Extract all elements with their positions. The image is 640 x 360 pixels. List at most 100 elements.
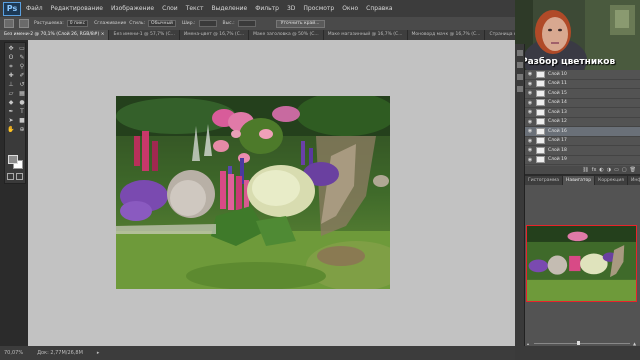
layer-name[interactable]: Слой 18 bbox=[548, 148, 567, 153]
zoom-tool-icon[interactable]: ⊕ bbox=[17, 126, 27, 134]
menu-select[interactable]: Выделение bbox=[211, 5, 247, 12]
layer-row[interactable]: ◉ Слой 19 bbox=[525, 156, 640, 165]
layer-name[interactable]: Слой 14 bbox=[548, 100, 567, 105]
layer-row[interactable]: ◉ Слой 13 bbox=[525, 108, 640, 118]
dodge-tool-icon[interactable]: ● bbox=[17, 99, 27, 107]
zoom-slider[interactable] bbox=[534, 341, 630, 345]
visibility-eye-icon[interactable]: ◉ bbox=[526, 119, 534, 125]
doc-tab[interactable]: Без имени-2 @ 70,1% (Слой 26, RGB/8#) × bbox=[0, 30, 110, 40]
menu-window[interactable]: Окно bbox=[342, 5, 358, 12]
pen-tool-icon[interactable]: ✒ bbox=[6, 108, 16, 116]
zoom-level[interactable]: 70,07% bbox=[4, 350, 23, 356]
path-select-tool-icon[interactable]: ➤ bbox=[6, 117, 16, 125]
layer-row[interactable]: ◉ Слой 14 bbox=[525, 99, 640, 108]
layer-row[interactable]: ◉ Слой 10 bbox=[525, 70, 640, 80]
menu-edit[interactable]: Редактирование bbox=[51, 5, 103, 12]
status-menu-arrow-icon[interactable]: ▸ bbox=[97, 350, 100, 356]
screen-mode-icon[interactable] bbox=[16, 173, 23, 180]
lasso-tool-icon[interactable]: ʘ bbox=[6, 54, 16, 62]
healing-tool-icon[interactable]: ✚ bbox=[6, 72, 16, 80]
style-select[interactable]: Обычный bbox=[148, 20, 176, 27]
layer-style-icon[interactable]: fx bbox=[592, 167, 597, 173]
hand-tool-icon[interactable]: ✋ bbox=[6, 126, 16, 134]
visibility-eye-icon[interactable]: ◉ bbox=[526, 138, 534, 144]
layer-mask-icon[interactable]: ◐ bbox=[599, 167, 603, 173]
width-input[interactable] bbox=[198, 20, 217, 27]
menu-layers[interactable]: Слои bbox=[162, 5, 178, 12]
history-brush-icon[interactable]: ↺ bbox=[17, 81, 27, 89]
eraser-tool-icon[interactable]: ▱ bbox=[6, 90, 16, 98]
doc-tab[interactable]: Маке магазинный @ 16,7% (С... bbox=[323, 30, 408, 40]
stamp-tool-icon[interactable]: ⊥ bbox=[6, 81, 16, 89]
foreground-color-swatch[interactable] bbox=[8, 155, 18, 164]
layer-name[interactable]: Слой 12 bbox=[548, 119, 567, 124]
menu-file[interactable]: Файл bbox=[26, 5, 43, 12]
delete-layer-icon[interactable]: 🗑 bbox=[630, 167, 636, 173]
smooth-checkbox-label[interactable]: Сглаживание bbox=[94, 21, 126, 26]
height-input[interactable] bbox=[237, 20, 256, 27]
layer-row-selected[interactable]: ◉ Слой 16 bbox=[525, 127, 640, 137]
link-layers-icon[interactable]: ⛓ bbox=[582, 167, 588, 173]
zoom-slider-thumb[interactable] bbox=[577, 341, 581, 345]
panel-icon[interactable] bbox=[516, 62, 523, 68]
color-swatches[interactable] bbox=[8, 155, 24, 169]
visibility-eye-icon[interactable]: ◉ bbox=[526, 157, 534, 163]
refine-edge-button[interactable]: Уточнить край... bbox=[275, 19, 325, 28]
layer-name[interactable]: Слой 11 bbox=[548, 81, 567, 86]
new-layer-icon[interactable]: ▢ bbox=[622, 167, 627, 173]
panel-icon[interactable] bbox=[516, 86, 523, 92]
panel-icon[interactable] bbox=[516, 74, 523, 80]
menu-image[interactable]: Изображение bbox=[111, 5, 154, 12]
doc-tab[interactable]: Имена-цвет @ 16,7% (С... bbox=[179, 30, 250, 40]
doc-tab[interactable]: Моноворд мачк @ 16,7% (С... bbox=[407, 30, 486, 40]
move-tool-icon[interactable]: ✥ bbox=[6, 45, 16, 53]
crop-tool-icon[interactable]: ⌗ bbox=[6, 63, 16, 71]
zoom-in-icon[interactable]: ▲ bbox=[633, 341, 637, 345]
visibility-eye-icon[interactable]: ◉ bbox=[526, 147, 534, 153]
navigator-preview[interactable] bbox=[526, 225, 637, 302]
menu-view[interactable]: Просмотр bbox=[303, 5, 334, 12]
doc-tab[interactable]: Без имени-1 @ 57,7% (С... bbox=[109, 30, 180, 40]
quick-mask-icon[interactable] bbox=[7, 173, 14, 180]
menu-help[interactable]: Справка bbox=[366, 5, 392, 12]
menu-filter[interactable]: Фильтр bbox=[255, 5, 279, 12]
shape-tool-icon[interactable]: ■ bbox=[17, 117, 27, 125]
eyedropper-tool-icon[interactable]: ⚲ bbox=[17, 63, 27, 71]
menu-type[interactable]: Текст bbox=[186, 5, 204, 12]
panel-icon[interactable] bbox=[516, 50, 523, 56]
type-tool-icon[interactable]: T bbox=[17, 108, 27, 116]
blur-tool-icon[interactable]: ◆ bbox=[6, 99, 16, 107]
menu-3d[interactable]: 3D bbox=[287, 5, 295, 12]
layer-row[interactable]: ◉ Слой 12 bbox=[525, 118, 640, 127]
layer-name[interactable]: Слой 16 bbox=[548, 129, 567, 134]
zoom-out-icon[interactable]: ▴ bbox=[527, 341, 531, 345]
tab-histogram[interactable]: Гистограмма bbox=[525, 176, 564, 185]
layer-name[interactable]: Слой 15 bbox=[548, 91, 567, 96]
flowerbed-photo[interactable] bbox=[116, 96, 390, 289]
tab-navigator[interactable]: Навигатор bbox=[563, 176, 596, 185]
brush-tool-icon[interactable]: ✐ bbox=[17, 72, 27, 80]
feather-input[interactable]: 0 пикс bbox=[66, 20, 89, 27]
tab-adjustments[interactable]: Коррекция bbox=[595, 176, 628, 185]
visibility-eye-icon[interactable]: ◉ bbox=[526, 109, 534, 115]
visibility-eye-icon[interactable]: ◉ bbox=[526, 71, 534, 77]
new-group-icon[interactable]: ▭ bbox=[614, 167, 619, 173]
layer-row[interactable]: ◉ Слой 11 bbox=[525, 80, 640, 89]
layer-name[interactable]: Слой 19 bbox=[548, 157, 567, 162]
tab-info[interactable]: Инфо bbox=[628, 176, 640, 185]
visibility-eye-icon[interactable]: ◉ bbox=[526, 90, 534, 96]
doc-tab[interactable]: Маке заголовка @ 50% (С... bbox=[249, 30, 324, 40]
layer-name[interactable]: Слой 13 bbox=[548, 110, 567, 115]
quick-select-tool-icon[interactable]: ✎ bbox=[17, 54, 27, 62]
selection-mode-icon[interactable] bbox=[19, 19, 29, 28]
layer-row[interactable]: ◉ Слой 17 bbox=[525, 137, 640, 146]
gradient-tool-icon[interactable]: ▦ bbox=[17, 90, 27, 98]
canvas-workspace[interactable] bbox=[28, 40, 515, 346]
layer-name[interactable]: Слой 10 bbox=[548, 72, 567, 77]
marquee-tool-icon[interactable] bbox=[4, 19, 14, 28]
adjustment-layer-icon[interactable]: ◑ bbox=[607, 167, 611, 173]
marquee-tool-icon[interactable]: ▭ bbox=[17, 45, 27, 53]
layer-row[interactable]: ◉ Слой 15 bbox=[525, 89, 640, 99]
layer-name[interactable]: Слой 17 bbox=[548, 138, 567, 143]
layer-row[interactable]: ◉ Слой 18 bbox=[525, 146, 640, 156]
